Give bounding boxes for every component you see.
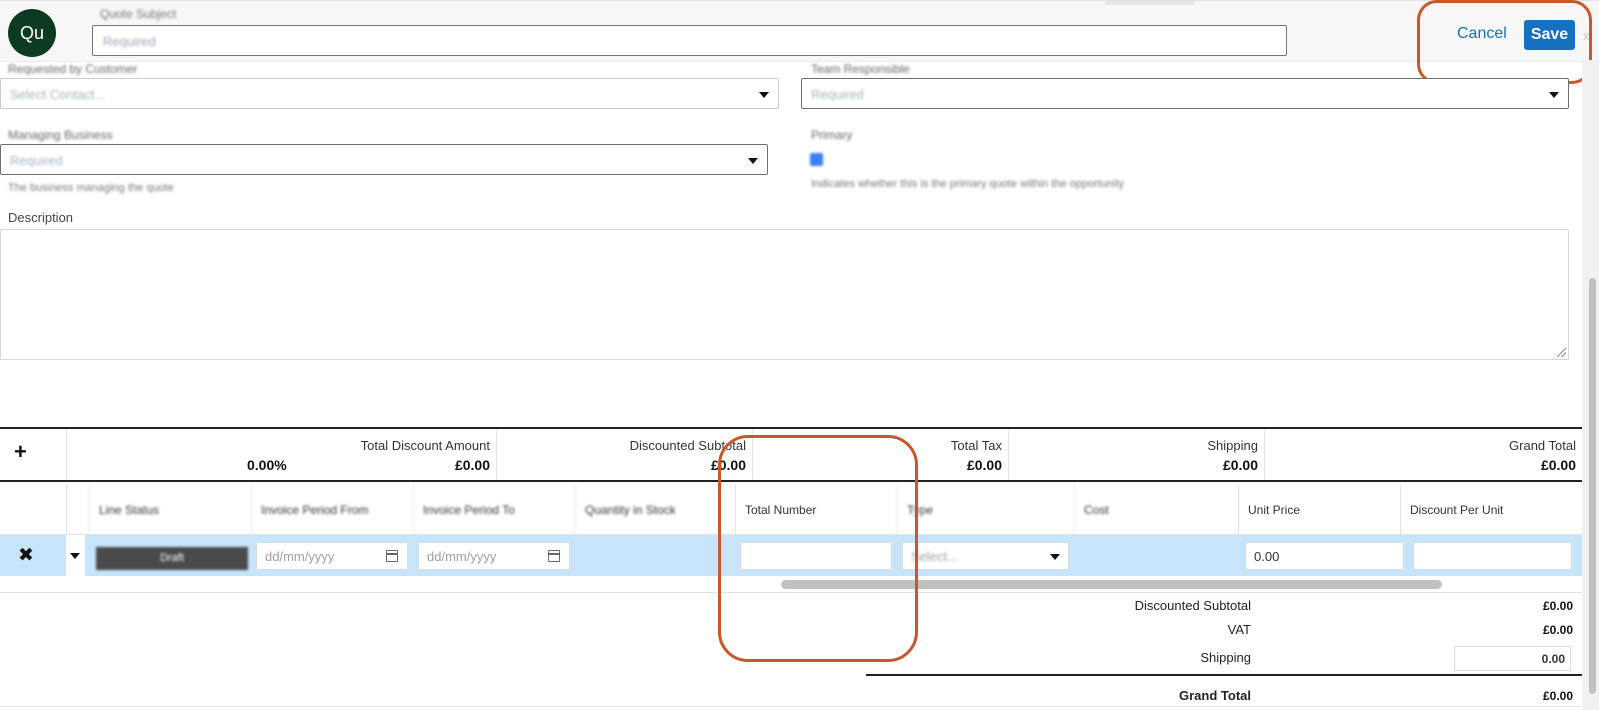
total-number-input[interactable] <box>740 542 892 570</box>
managing-business-select[interactable]: Required <box>0 144 768 175</box>
total-tax-value: £0.00 <box>966 457 1002 473</box>
type-select[interactable]: Select... <box>902 542 1069 570</box>
summary-shipping-value: 0.00 <box>1541 652 1565 666</box>
shipping-cell: Shipping £0.00 <box>1008 429 1264 480</box>
avatar: Qu <box>8 9 56 57</box>
total-tax-cell: Total Tax £0.00 <box>752 429 1008 480</box>
requested-by-select[interactable]: Select Contact... <box>0 78 779 109</box>
managing-business-help: The business managing the quote <box>8 182 174 194</box>
summary-grand-total-label: Grand Total <box>1179 688 1251 703</box>
footer-divider <box>0 706 1582 707</box>
discounted-subtotal-value: £0.00 <box>710 457 746 473</box>
shipping-value: £0.00 <box>1222 457 1258 473</box>
grand-total-label: Grand Total <box>1509 438 1576 453</box>
header-spacer <box>66 484 89 535</box>
chevron-down-icon <box>1050 554 1060 560</box>
column-header-discount-per-unit[interactable]: Discount Per Unit <box>1400 484 1568 535</box>
chevron-down-icon <box>1549 92 1559 98</box>
delete-line-icon[interactable]: ✖ <box>18 544 34 567</box>
grand-total-divider <box>866 674 1582 676</box>
vertical-scrollbar-thumb[interactable] <box>1589 278 1596 694</box>
invoice-to-placeholder: dd/mm/yyyy <box>427 549 497 564</box>
summary-discounted-subtotal-label: Discounted Subtotal <box>1134 598 1251 613</box>
description-textarea[interactable] <box>0 229 1569 360</box>
team-responsible-placeholder: Required <box>811 87 864 102</box>
grand-total-cell: Grand Total £0.00 <box>1264 429 1582 480</box>
chevron-down-icon <box>759 92 769 98</box>
primary-label: Primary <box>811 128 853 142</box>
totals-row: + Total Discount Amount 0.00% £0.00 Disc… <box>0 427 1582 482</box>
calendar-icon[interactable] <box>548 550 560 562</box>
total-discount-label: Total Discount Amount <box>360 438 490 453</box>
invoice-from-placeholder: dd/mm/yyyy <box>265 549 335 564</box>
summary-grand-total-value: £0.00 <box>1542 689 1573 703</box>
column-header-invoice-from[interactable]: Invoice Period From <box>251 484 413 535</box>
save-button[interactable]: Save <box>1524 20 1575 50</box>
summary-discounted-subtotal-value: £0.00 <box>1542 599 1573 613</box>
managing-business-placeholder: Required <box>10 153 63 168</box>
managing-business-label: Managing Business <box>8 128 113 142</box>
summary-vat-value: £0.00 <box>1542 623 1573 637</box>
discounted-subtotal-cell: Discounted Subtotal £0.00 <box>496 429 752 480</box>
header-tab-indicator <box>1105 1 1195 5</box>
quote-subject-input[interactable]: Required <box>92 25 1287 56</box>
chevron-down-icon <box>70 553 80 559</box>
discount-per-unit-input[interactable] <box>1413 542 1572 570</box>
close-icon[interactable]: x <box>1583 28 1590 43</box>
table-divider <box>0 592 1582 593</box>
row-menu-button[interactable] <box>66 535 85 576</box>
column-header-unit-price[interactable]: Unit Price <box>1238 484 1400 535</box>
cancel-button[interactable]: Cancel <box>1457 25 1507 43</box>
description-label: Description <box>8 210 74 225</box>
shipping-label: Shipping <box>1207 438 1258 453</box>
chevron-down-icon <box>748 158 758 164</box>
add-line-button[interactable]: + <box>14 439 27 465</box>
horizontal-scrollbar-thumb[interactable] <box>781 580 1442 589</box>
column-header-invoice-to[interactable]: Invoice Period To <box>413 484 575 535</box>
column-header-cost[interactable]: Cost <box>1074 484 1238 535</box>
summary-vat-label: VAT <box>1227 622 1251 637</box>
total-tax-label: Total Tax <box>950 438 1002 453</box>
team-responsible-select[interactable]: Required <box>801 78 1569 109</box>
unit-price-value: 0.00 <box>1254 549 1280 564</box>
total-discount-cell: Total Discount Amount 0.00% £0.00 <box>66 429 496 480</box>
requested-by-placeholder: Select Contact... <box>10 87 106 102</box>
resize-handle-icon[interactable] <box>1557 348 1566 357</box>
invoice-from-input[interactable]: dd/mm/yyyy <box>256 542 408 570</box>
line-status-badge: Draft <box>96 547 248 570</box>
summary-shipping-input[interactable]: 0.00 <box>1454 646 1571 671</box>
quote-subject-label: Quote Subject <box>100 7 177 21</box>
requested-by-label: Requested by Customer <box>8 62 138 76</box>
column-header-line-status[interactable]: Line Status <box>89 484 251 535</box>
grand-total-value: £0.00 <box>1540 457 1576 473</box>
total-discount-value: £0.00 <box>454 457 490 473</box>
unit-price-input[interactable]: 0.00 <box>1245 542 1404 570</box>
summary-shipping-label: Shipping <box>1200 650 1251 665</box>
form-header: Qu Quote Subject Required Cancel Save x <box>0 0 1599 62</box>
column-header-quantity-in-stock[interactable]: Quantity in Stock <box>575 484 735 535</box>
calendar-icon[interactable] <box>386 550 398 562</box>
column-header-type[interactable]: Type <box>897 484 1074 535</box>
discounted-subtotal-label: Discounted Subtotal <box>629 438 746 453</box>
line-item-row: ✖ Draft dd/mm/yyyy dd/mm/yyyy Select... … <box>0 535 1582 576</box>
total-discount-percent: 0.00% <box>247 457 287 473</box>
column-header-total-number[interactable]: Total Number <box>735 484 897 535</box>
primary-help: Indicates whether this is the primary qu… <box>811 178 1125 190</box>
line-items-header: Line Status Invoice Period From Invoice … <box>0 484 1582 535</box>
quote-subject-placeholder: Required <box>103 34 156 49</box>
team-responsible-label: Team Responsible <box>811 62 910 76</box>
type-placeholder: Select... <box>911 549 958 564</box>
primary-checkbox[interactable] <box>810 153 823 166</box>
invoice-to-input[interactable]: dd/mm/yyyy <box>418 542 570 570</box>
